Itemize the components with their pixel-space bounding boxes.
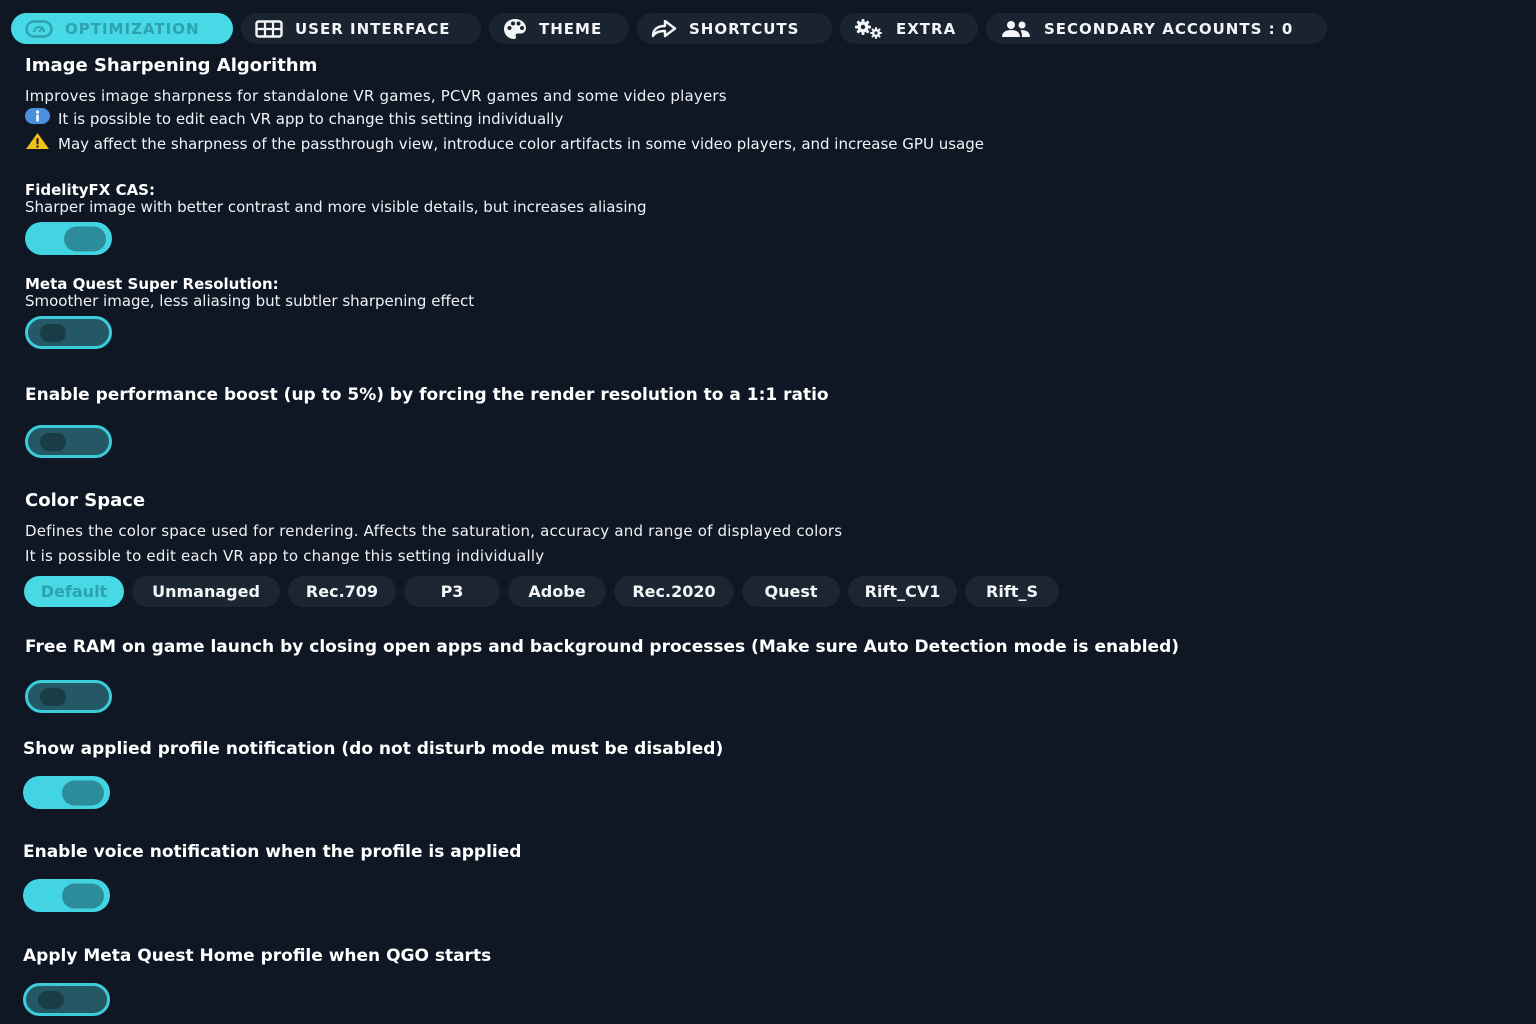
voice-notification-toggle[interactable] <box>23 879 110 912</box>
sharpening-title: Image Sharpening Algorithm <box>25 55 318 76</box>
tab-label: USER INTERFACE <box>295 19 451 38</box>
info-note-text: It is possible to edit each VR app to ch… <box>58 110 564 128</box>
toggle-knob <box>62 780 104 805</box>
warning-icon <box>25 132 50 156</box>
free-ram-toggle[interactable] <box>25 680 112 713</box>
color-space-section: Color Space Defines the color space used… <box>25 490 1505 566</box>
home-profile-title: Apply Meta Quest Home profile when QGO s… <box>23 946 492 966</box>
tab-shortcuts[interactable]: SHORTCUTS <box>637 13 832 44</box>
fidelityfx-cas-description: Sharper image with better contrast and m… <box>25 198 647 216</box>
tab-extra[interactable]: EXTRA <box>840 13 978 44</box>
free-ram-section: Free RAM on game launch by closing open … <box>25 636 1505 658</box>
performance-boost-toggle[interactable] <box>25 425 112 458</box>
tab-theme[interactable]: THEME <box>489 13 629 44</box>
toggle-knob <box>40 432 66 451</box>
app-window: OPTIMIZATION USER INTERFACE THEME SHORTC… <box>0 0 1536 1024</box>
fidelityfx-cas-option: FidelityFX CAS: Sharper image with bette… <box>25 182 1505 216</box>
tab-secondary-accounts[interactable]: SECONDARY ACCOUNTS : 0 <box>986 13 1327 44</box>
color-space-option-adobe[interactable]: Adobe <box>508 576 606 607</box>
color-space-option-rift-cv1[interactable]: Rift_CV1 <box>848 576 957 607</box>
toggle-knob <box>38 990 64 1009</box>
info-icon <box>25 108 50 130</box>
color-space-option-p3[interactable]: P3 <box>404 576 500 607</box>
tab-label: EXTRA <box>896 19 957 38</box>
color-space-option-rift-s[interactable]: Rift_S <box>965 576 1059 607</box>
voice-notification-title: Enable voice notification when the profi… <box>23 842 522 862</box>
fidelityfx-cas-title: FidelityFX CAS: <box>25 181 155 199</box>
sharpening-description: Improves image sharpness for standalone … <box>25 87 727 105</box>
tab-label: OPTIMIZATION <box>65 19 200 38</box>
super-resolution-description: Smoother image, less aliasing but subtle… <box>25 292 475 310</box>
performance-boost-section: Enable performance boost (up to 5%) by f… <box>25 384 1505 406</box>
tab-label: SHORTCUTS <box>689 19 800 38</box>
color-space-note: It is possible to edit each VR app to ch… <box>25 547 545 565</box>
tab-optimization[interactable]: OPTIMIZATION <box>11 13 233 44</box>
share-arrow-icon <box>651 19 677 38</box>
color-space-description: Defines the color space used for renderi… <box>25 522 843 540</box>
performance-boost-title: Enable performance boost (up to 5%) by f… <box>25 385 829 405</box>
free-ram-title: Free RAM on game launch by closing open … <box>25 637 1180 657</box>
tab-user-interface[interactable]: USER INTERFACE <box>241 13 481 44</box>
color-space-title: Color Space <box>25 490 146 511</box>
toggle-knob <box>64 226 106 251</box>
sharpening-warning-note: May affect the sharpness of the passthro… <box>25 132 1505 156</box>
toggle-knob <box>40 687 66 706</box>
profile-notification-toggle[interactable] <box>23 776 110 809</box>
color-space-option-unmanaged[interactable]: Unmanaged <box>132 576 280 607</box>
tab-bar: OPTIMIZATION USER INTERFACE THEME SHORTC… <box>11 13 1327 44</box>
home-profile-section: Apply Meta Quest Home profile when QGO s… <box>23 945 1503 967</box>
accounts-icon <box>1000 20 1032 38</box>
voice-notification-section: Enable voice notification when the profi… <box>23 841 1503 863</box>
toggle-knob <box>40 323 66 342</box>
super-resolution-toggle[interactable] <box>25 316 112 349</box>
super-resolution-option: Meta Quest Super Resolution: Smoother im… <box>25 276 1505 310</box>
grid-icon <box>255 19 283 38</box>
color-space-option-rec709[interactable]: Rec.709 <box>288 576 396 607</box>
warning-note-text: May affect the sharpness of the passthro… <box>58 135 984 153</box>
tab-label: THEME <box>539 19 603 38</box>
sharpening-info-note: It is possible to edit each VR app to ch… <box>25 108 1505 130</box>
profile-notification-title: Show applied profile notification (do no… <box>23 739 724 759</box>
color-space-options: Default Unmanaged Rec.709 P3 Adobe Rec.2… <box>24 576 1059 607</box>
color-space-option-rec2020[interactable]: Rec.2020 <box>614 576 734 607</box>
home-profile-toggle[interactable] <box>23 983 110 1016</box>
gears-icon <box>854 18 884 40</box>
sharpening-section: Image Sharpening Algorithm Improves imag… <box>25 55 1505 156</box>
super-resolution-title: Meta Quest Super Resolution: <box>25 275 279 293</box>
fidelityfx-cas-toggle[interactable] <box>25 222 112 255</box>
tab-label: SECONDARY ACCOUNTS : 0 <box>1044 19 1294 38</box>
color-space-option-default[interactable]: Default <box>24 576 124 607</box>
toggle-knob <box>62 883 104 908</box>
color-space-option-quest[interactable]: Quest <box>742 576 840 607</box>
profile-notification-section: Show applied profile notification (do no… <box>23 738 1503 760</box>
palette-icon <box>503 18 527 40</box>
gauge-icon <box>25 19 53 38</box>
